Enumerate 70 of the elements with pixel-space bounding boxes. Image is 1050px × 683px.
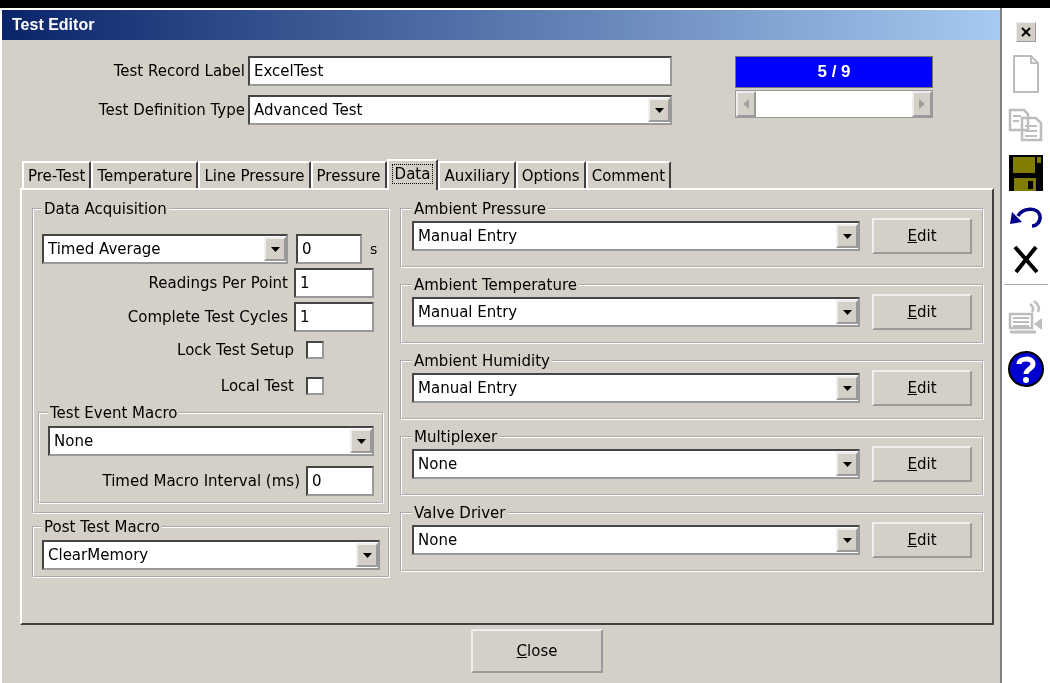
right-arrow-icon <box>919 99 925 109</box>
source-dropdown[interactable]: None <box>412 525 860 555</box>
group-title: Ambient Temperature <box>413 276 578 294</box>
checkbox[interactable] <box>306 341 324 359</box>
close-button[interactable]: Close <box>471 629 603 673</box>
group-title: Test Event Macro <box>49 404 179 422</box>
window-title: Test Editor <box>12 16 95 34</box>
dropdown-arrow-icon <box>842 461 852 467</box>
tab[interactable]: Auxiliary <box>438 161 516 188</box>
checkbox[interactable] <box>306 377 324 395</box>
source-dropdown[interactable]: Manual Entry <box>412 373 860 403</box>
group-title: Valve Driver <box>413 504 507 522</box>
dropdown-arrow-icon <box>842 385 852 391</box>
tab[interactable]: Data <box>386 159 439 190</box>
save-icon <box>1008 154 1044 192</box>
help-icon <box>1007 350 1045 388</box>
edit-button[interactable]: Edit <box>872 370 972 406</box>
toolbar-button[interactable] <box>1008 154 1044 192</box>
checkbox-label: Lock Test Setup <box>177 341 294 359</box>
record-counter: 5 / 9 <box>735 56 933 88</box>
document-icon <box>1011 54 1041 94</box>
group-title: Data Acquisition <box>43 200 168 218</box>
copy-icon <box>1008 106 1044 142</box>
close-icon <box>1021 27 1031 37</box>
group-title: Post Test Macro <box>43 518 161 536</box>
macro-dropdown[interactable]: None <box>48 426 374 456</box>
record-scrollbar[interactable] <box>735 90 933 118</box>
edit-button[interactable]: Edit <box>872 446 972 482</box>
dropdown-arrow-icon <box>842 233 852 239</box>
dropdown-arrow-icon <box>842 309 852 315</box>
tab[interactable]: Comment <box>585 161 672 188</box>
source-dropdown[interactable]: None <box>412 449 860 479</box>
field-label: Timed Macro Interval (ms) <box>102 472 300 490</box>
tab[interactable]: Pressure <box>310 161 387 188</box>
macro-dropdown[interactable]: ClearMemory <box>42 540 380 570</box>
definition-type-dropdown[interactable]: Advanced Test <box>248 95 672 125</box>
source-dropdown[interactable]: Manual Entry <box>412 221 860 251</box>
group-title: Ambient Pressure <box>413 200 547 218</box>
group-title: Ambient Humidity <box>413 352 551 370</box>
number-field[interactable]: 1 <box>294 268 374 298</box>
unit-label: s <box>370 241 378 257</box>
dropdown-arrow-icon <box>270 246 280 252</box>
acquisition-mode-dropdown[interactable]: Timed Average <box>42 234 288 264</box>
dropdown-arrow-icon <box>654 107 664 113</box>
tab[interactable]: Temperature <box>91 161 199 188</box>
field-label: Complete Test Cycles <box>127 308 288 326</box>
tab[interactable]: Pre-Test <box>22 161 92 188</box>
edit-button[interactable]: Edit <box>872 218 972 254</box>
toolbar-button[interactable] <box>1007 350 1045 388</box>
group-title: Multiplexer <box>413 428 499 446</box>
dropdown-arrow-icon <box>362 552 372 558</box>
field-label: Test Record Label <box>113 62 245 80</box>
toolbar-button[interactable] <box>1012 244 1040 274</box>
source-dropdown[interactable]: Manual Entry <box>412 297 860 327</box>
record-label-field[interactable]: ExcelTest <box>248 56 672 86</box>
tab[interactable]: Line Pressure <box>198 161 311 188</box>
checkbox-label: Local Test <box>220 377 294 395</box>
interval-field[interactable]: 0 <box>296 234 362 264</box>
close-window-button[interactable] <box>1016 22 1036 42</box>
field-label: Readings Per Point <box>148 274 288 292</box>
dropdown-arrow-icon <box>842 537 852 543</box>
dropdown-arrow-icon <box>356 438 366 444</box>
left-arrow-icon <box>743 99 749 109</box>
delete-icon <box>1012 244 1040 274</box>
tab[interactable]: Options <box>515 161 586 188</box>
number-field[interactable]: 0 <box>306 466 374 496</box>
field-label: Test Definition Type <box>98 101 245 119</box>
edit-button[interactable]: Edit <box>872 294 972 330</box>
number-field[interactable]: 1 <box>294 302 374 332</box>
edit-button[interactable]: Edit <box>872 522 972 558</box>
